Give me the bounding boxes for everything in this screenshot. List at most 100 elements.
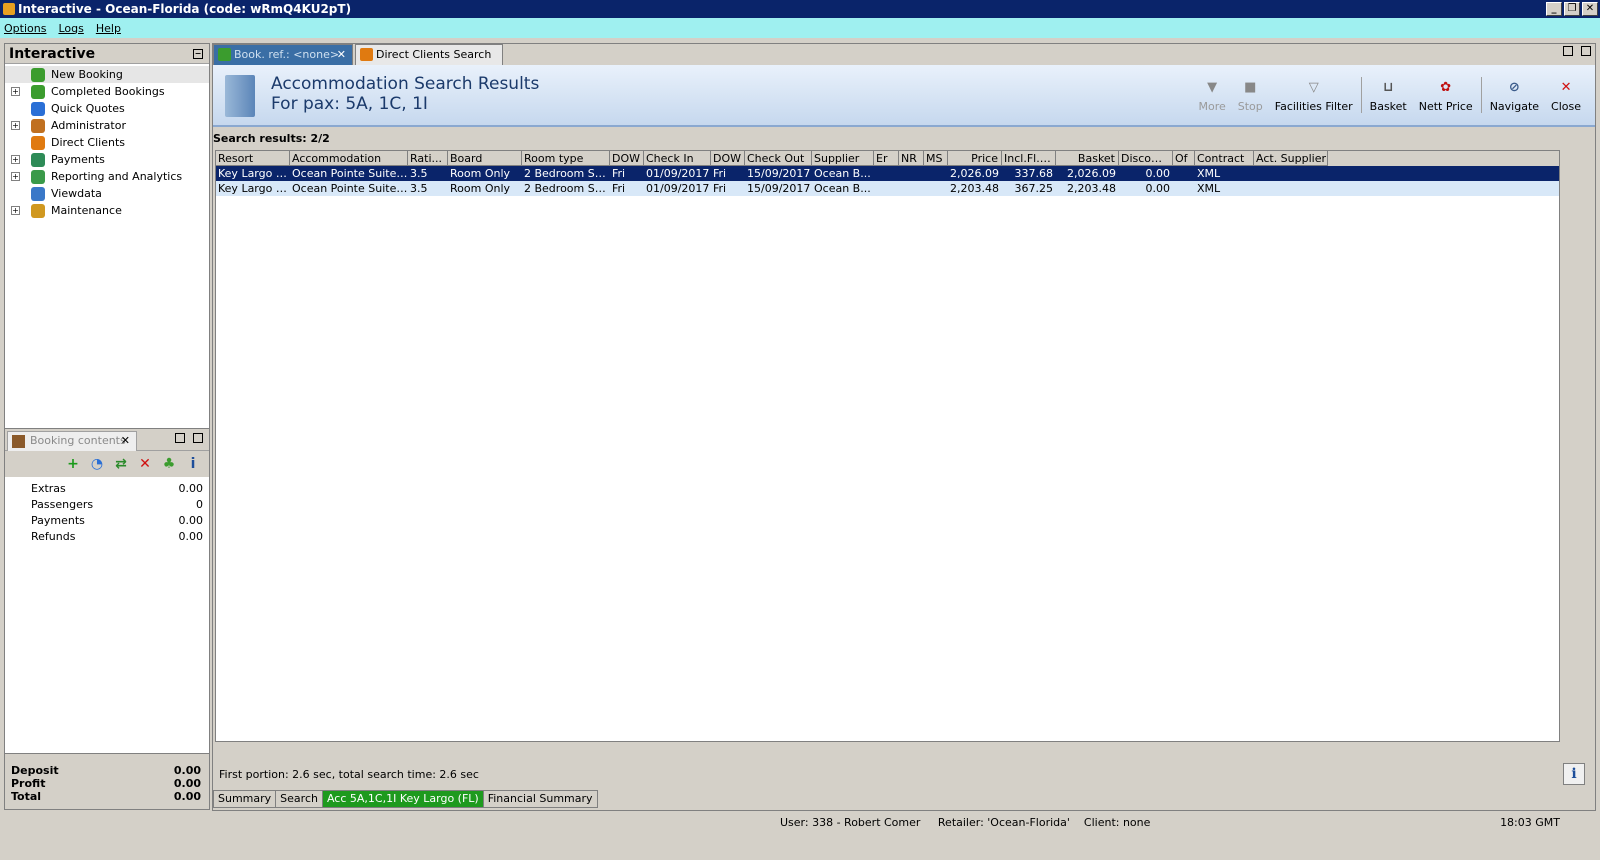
booking-total-label: Profit xyxy=(11,777,46,790)
nav-item-label: Payments xyxy=(51,153,105,166)
column-header-check-in[interactable]: Check In xyxy=(644,151,711,166)
results-toolbar: ▼ More ■ Stop ▽ Facilities Filter ⊔ Basket ✿ Nett… xyxy=(1192,77,1587,113)
nav-item-viewdata[interactable]: Viewdata xyxy=(5,185,209,202)
column-header-board[interactable]: Board xyxy=(448,151,522,166)
nav-item-new-booking[interactable]: New Booking xyxy=(5,66,209,83)
table-cell: 15/09/2017 xyxy=(747,167,811,180)
column-header-price[interactable]: Price xyxy=(948,151,1002,166)
table-cell: Room Only xyxy=(450,182,511,195)
booking-total-value: 0.00 xyxy=(173,764,201,777)
info-icon[interactable]: i xyxy=(185,456,201,472)
table-cell xyxy=(1254,166,1328,181)
tab-booking-ref[interactable]: Book. ref.: <none> ✕ xyxy=(213,44,353,65)
column-header-incl-fl-pp[interactable]: Incl.Fl.PP xyxy=(1002,151,1056,166)
column-header-supplier[interactable]: Supplier xyxy=(812,151,874,166)
column-header-basket[interactable]: Basket xyxy=(1056,151,1119,166)
nett-price-button[interactable]: ✿ Nett Price xyxy=(1413,80,1479,113)
results-title: Accommodation Search Results xyxy=(271,74,540,94)
facilities-filter-button[interactable]: ▽ Facilities Filter xyxy=(1269,80,1359,113)
restore-button[interactable]: ❐ xyxy=(1564,2,1580,16)
tab-booking-contents[interactable]: Booking contents ✕ xyxy=(7,431,137,451)
expand-icon[interactable]: + xyxy=(11,172,20,181)
menu-options[interactable]: Options xyxy=(4,22,46,35)
hotel-building-icon xyxy=(225,75,255,117)
status-user: User: 338 - Robert Comer xyxy=(780,816,921,829)
booking-toolbar: + ◔ ⇄ ✕ ♣ i xyxy=(5,451,209,477)
close-tab-icon[interactable]: ✕ xyxy=(337,45,346,64)
title-bar: Interactive - Ocean-Florida (code: wRmQ4… xyxy=(0,0,1600,18)
nav-item-administrator[interactable]: + Administrator xyxy=(5,117,209,134)
bottom-tab-4[interactable]: Financial Summary xyxy=(482,790,598,808)
results-header: Accommodation Search Results For pax: 5A… xyxy=(213,65,1595,127)
clock-icon[interactable]: ◔ xyxy=(89,456,105,472)
booking-totals: Deposit 0.00 Profit 0.00 Total 0.00 xyxy=(5,753,209,809)
basket-button[interactable]: ⊔ Basket xyxy=(1364,80,1413,113)
navigation-tree: New Booking + Completed Bookings Quick Quot… xyxy=(5,64,209,219)
menu-logs[interactable]: Logs xyxy=(58,22,83,35)
bottom-tab-2[interactable]: Search xyxy=(275,790,323,808)
tab-direct-clients-search[interactable]: Direct Clients Search xyxy=(355,44,503,65)
navigate-button[interactable]: ⊘ Navigate xyxy=(1484,80,1545,113)
filter-icon: ▽ xyxy=(1308,80,1319,95)
column-header-dow[interactable]: DOW xyxy=(711,151,745,166)
column-header-check-out[interactable]: Check Out xyxy=(745,151,812,166)
status-retailer: Retailer: 'Ocean-Florida' xyxy=(937,816,1070,829)
menu-help[interactable]: Help xyxy=(96,22,121,35)
close-button[interactable]: ✕ Close xyxy=(1545,80,1587,113)
close-window-button[interactable]: ✕ xyxy=(1582,2,1598,16)
bottom-tab-3[interactable]: Acc 5A,1C,1I Key Largo (FL) xyxy=(321,790,484,808)
minimize-button[interactable]: _ xyxy=(1546,2,1562,16)
nav-item-completed-bookings[interactable]: + Completed Bookings xyxy=(5,83,209,100)
column-header-resort[interactable]: Resort xyxy=(216,151,290,166)
nav-item-reporting-and-analytics[interactable]: + Reporting and Analytics xyxy=(5,168,209,185)
table-row[interactable]: Key Largo (... Ocean Pointe Suites ... 3.5… xyxy=(216,181,1559,196)
table-cell: Ocean Pointe Suites ... xyxy=(292,182,408,195)
column-header-er[interactable]: Er xyxy=(874,151,899,166)
nav-item-quick-quotes[interactable]: Quick Quotes xyxy=(5,100,209,117)
transfer-icon[interactable]: ⇄ xyxy=(113,456,129,472)
palm-tree-icon[interactable]: ♣ xyxy=(161,456,177,472)
close-icon[interactable]: ✕ xyxy=(121,432,130,450)
maximize-tab-button[interactable] xyxy=(1581,46,1591,56)
column-header-act-supplier[interactable]: Act. Supplier xyxy=(1254,151,1328,166)
expand-icon[interactable]: + xyxy=(11,206,20,215)
nav-item-maintenance[interactable]: + Maintenance xyxy=(5,202,209,219)
expand-icon[interactable]: + xyxy=(11,87,20,96)
status-time: 18:03 GMT xyxy=(1500,816,1560,829)
report-icon xyxy=(31,169,45,184)
column-header-dow[interactable]: DOW xyxy=(610,151,644,166)
expand-icon[interactable]: + xyxy=(11,155,20,164)
delete-icon[interactable]: ✕ xyxy=(137,456,153,472)
column-header-rati[interactable]: Rati... xyxy=(408,151,448,166)
add-icon[interactable]: + xyxy=(65,456,81,472)
booking-row-label: Passengers xyxy=(31,498,94,511)
table-row[interactable]: Key Largo (... Ocean Pointe Suites ... 3.5… xyxy=(216,166,1559,181)
tab-booking-ref-label: Book. ref.: <none> xyxy=(234,48,340,61)
nav-item-direct-clients[interactable]: Direct Clients xyxy=(5,134,209,151)
column-header-ms[interactable]: MS xyxy=(924,151,948,166)
column-header-contract[interactable]: Contract xyxy=(1195,151,1254,166)
expand-icon[interactable]: + xyxy=(11,121,20,130)
minimize-tab-button[interactable] xyxy=(1563,46,1573,56)
toolbar-label: Stop xyxy=(1237,100,1263,113)
nav-item-payments[interactable]: + Payments xyxy=(5,151,209,168)
booking-row: Passengers 0 xyxy=(31,497,203,513)
booking-row-label: Payments xyxy=(31,514,85,527)
column-header-accommodation[interactable]: Accommodation xyxy=(290,151,408,166)
booking-total-label: Total xyxy=(11,790,42,803)
column-header-room-type[interactable]: Room type xyxy=(522,151,610,166)
bottom-tab-1[interactable]: Summary xyxy=(213,790,277,808)
column-header-of[interactable]: Of xyxy=(1173,151,1195,166)
table-cell: 2,026.09 xyxy=(1067,167,1116,180)
column-header-discount[interactable]: Discount xyxy=(1119,151,1173,166)
table-cell: Ocean Pointe Suites ... xyxy=(292,167,408,180)
toolbar-label: Nett Price xyxy=(1418,100,1473,113)
column-header-nr[interactable]: NR xyxy=(899,151,924,166)
minimize-panel-button[interactable] xyxy=(175,433,185,443)
booking-total-value: 0.00 xyxy=(173,790,201,803)
info-button[interactable]: i xyxy=(1563,763,1585,785)
table-cell: Key Largo (... xyxy=(218,182,290,195)
collapse-panel-button[interactable]: − xyxy=(193,49,203,59)
table-cell xyxy=(924,166,948,181)
maximize-panel-button[interactable] xyxy=(193,433,203,443)
